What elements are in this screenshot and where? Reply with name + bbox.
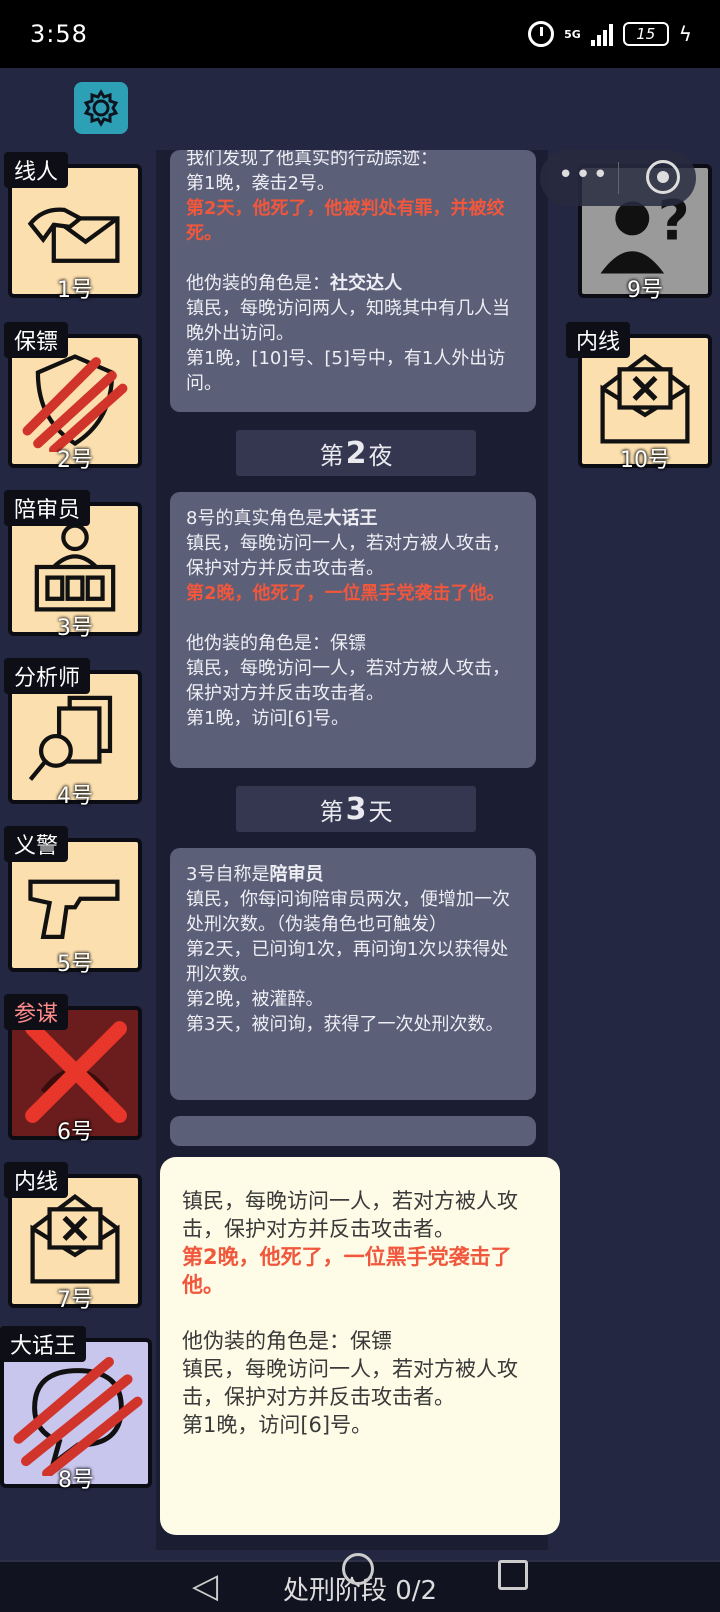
card-text: 镇民，每晚访问一人，若对方被人攻击，保护对方并反击攻击者。 [186,533,510,579]
card-text: 他伪装的角色是：保镖 [186,633,366,654]
role-tag: 分析师 [4,658,91,694]
card-text: 镇民，你每问询陪审员两次，便增加一次处刑次数。（伪装角色也可触发） [186,889,510,935]
status-bar: 3:58 5G 15 ϟ [0,0,720,68]
player-number: 2号 [57,448,93,473]
role-tag: 义警 [4,826,69,862]
card-text: 第2晚，被灌醉。 [186,989,324,1010]
card-text: 镇民，每晚访问两人，知晓其中有几人当晚外出访问。 [186,298,510,344]
card-text: 第1晚，袭击2号。 [186,173,335,194]
status-icons: 5G 15 ϟ [528,18,692,50]
player-number: 8号 [58,1468,94,1493]
role-tag: 参谋 [4,994,69,1030]
envelope-x-icon [600,353,690,444]
phase-divider: 第2夜 [236,430,476,476]
role-tag: 大话王 [0,1326,87,1362]
charging-icon: ϟ [678,22,692,46]
role-tag: 保镖 [4,322,69,358]
message-card [170,1116,536,1146]
card-text: 我们发现了他真实的行动踪迹： [186,150,438,169]
role-tag: 内线 [4,1162,69,1198]
player-number: 4号 [57,784,93,809]
player-number: 1号 [57,278,93,303]
clock: 3:58 [30,20,88,48]
card-text: 第2天，已问询1次，再问询1次以获得处刑次数。 [186,939,509,985]
mini-program-capsule: ••• [540,150,696,206]
card-text: 第1晚，访问[6]号。 [186,708,349,729]
more-icon[interactable]: ••• [558,160,610,190]
role-tag: 内线 [566,322,631,358]
popup-text: 镇民，每晚访问一人，若对方被人攻击，保护对方并反击攻击者。 [182,1189,518,1241]
card-highlight: 第2晚，他死了，一位黑手党袭击了他。 [186,583,505,604]
network-type: 5G [564,27,581,41]
magnifier-docs-icon [28,695,113,781]
hand-envelope-icon [27,207,120,263]
juror-icon [34,523,116,612]
player-number: 5号 [57,952,93,977]
popup-text: 第1晚，访问[6]号。 [182,1413,373,1437]
alarm-icon [528,21,555,47]
card-text: 第3天，被问询，获得了一次处刑次数。 [186,1014,504,1035]
popup-highlight: 第2晚，他死了，一位黑手党袭击了他。 [182,1245,512,1297]
role-tag: 线人 [4,152,69,188]
popup-text: 镇民，每晚访问一人，若对方被人攻击，保护对方并反击攻击者。 [182,1357,518,1409]
card-text: 第1晚，[10]号、[5]号中，有1人外出访问。 [186,348,506,394]
card-text: 他伪装的角色是：社交达人 [186,273,402,294]
battery-icon: 15 [622,22,669,46]
eliminated-icon [25,1021,127,1123]
message-card: 8号的真实角色是大话王 镇民，每晚访问一人，若对方被人攻击，保护对方并反击攻击者… [170,492,536,768]
card-text: 3号自称是陪审员 [186,864,324,885]
message-card: 我们发现了他真实的行动踪迹： 第1晚，袭击2号。 第2天，他死了，他被判处有罪，… [170,150,536,412]
pistol-icon [28,879,120,940]
role-tag: 陪审员 [4,490,91,526]
signal-icon [590,22,613,46]
player-number: 10号 [620,448,670,473]
player-number: 3号 [57,616,93,641]
phase-divider: 第3天 [236,786,476,832]
message-card: 3号自称是陪审员 镇民，你每问询陪审员两次，便增加一次处刑次数。（伪装角色也可触… [170,848,536,1100]
close-circle-icon[interactable] [646,160,680,194]
player-number: 6号 [57,1120,93,1145]
shield-icon [22,354,128,452]
settings-button[interactable] [74,82,128,134]
speech-bubble-icon [13,1356,143,1476]
envelope-x-icon [30,1193,120,1284]
player-number: 7号 [57,1288,93,1313]
recents-nav-icon[interactable] [498,1560,528,1590]
player-number: 9号 [627,278,663,303]
capsule-separator [618,162,619,194]
gear-icon [83,89,119,127]
card-text: 8号的真实角色是大话王 [186,508,378,529]
popup-text: 他伪装的角色是：保镖 [182,1329,392,1353]
card-highlight: 第2天，他死了，他被判处有罪，并被绞死。 [186,198,505,244]
role-detail-popup[interactable]: 镇民，每晚访问一人，若对方被人攻击，保护对方并反击攻击者。 第2晚，他死了，一位… [160,1157,560,1535]
home-nav-icon[interactable] [342,1553,374,1585]
card-text: 镇民，每晚访问一人，若对方被人攻击，保护对方并反击攻击者。 [186,658,510,704]
